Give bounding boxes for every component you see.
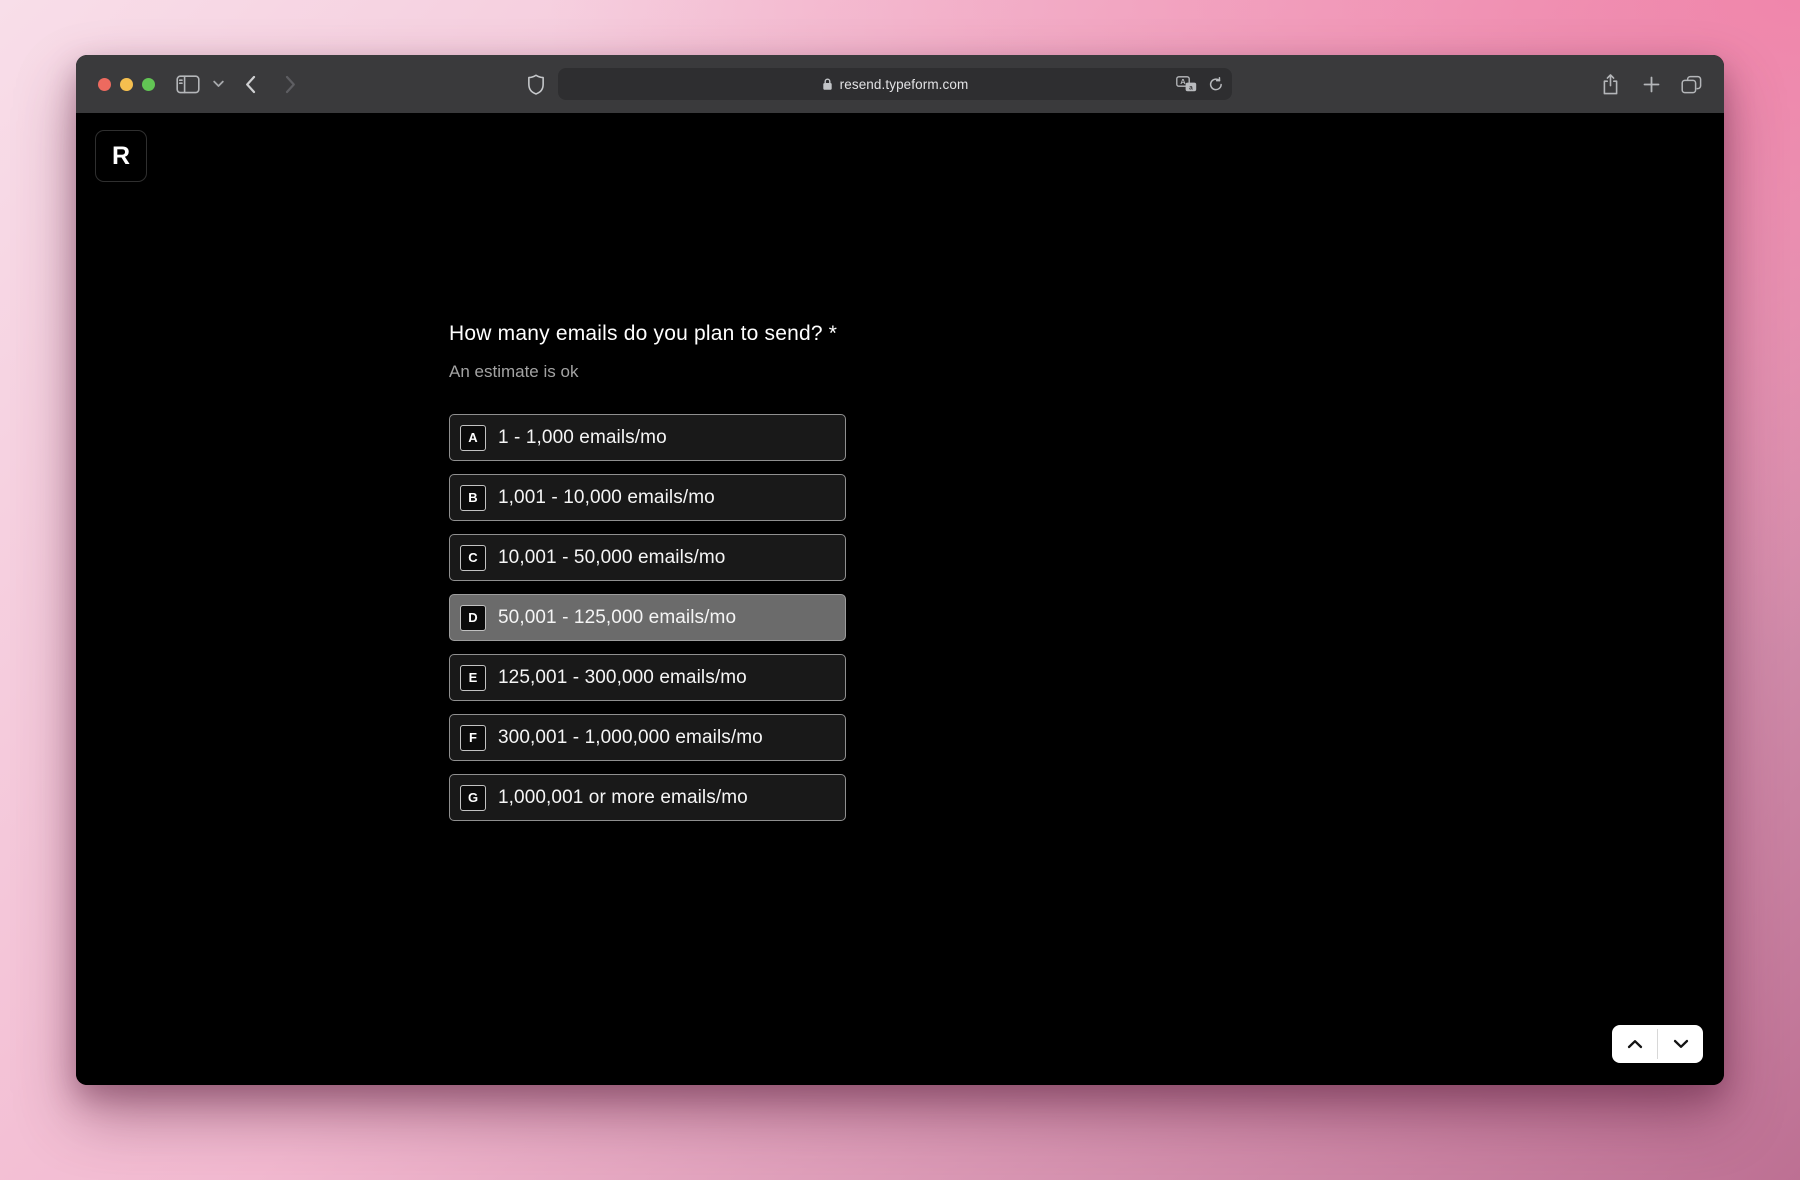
question-nav — [1612, 1025, 1703, 1063]
chevron-down-icon[interactable] — [209, 55, 227, 113]
previous-question-button[interactable] — [1612, 1025, 1657, 1063]
typeform-brand-logo: R — [95, 130, 147, 182]
browser-window: resend.typeform.com A a — [76, 55, 1724, 1085]
answer-option-g[interactable]: G 1,000,001 or more emails/mo — [449, 774, 846, 821]
page-content: R How many emails do you plan to send? *… — [76, 113, 1724, 1085]
window-controls — [98, 78, 155, 91]
sidebar-icon[interactable] — [174, 55, 202, 113]
key-hint-badge: D — [460, 605, 486, 631]
browser-toolbar: resend.typeform.com A a — [76, 55, 1724, 114]
answer-option-b[interactable]: B 1,001 - 10,000 emails/mo — [449, 474, 846, 521]
key-hint-badge: E — [460, 665, 486, 691]
option-label: 125,001 - 300,000 emails/mo — [498, 667, 747, 689]
answer-option-d[interactable]: D 50,001 - 125,000 emails/mo — [449, 594, 846, 641]
translate-icon[interactable]: A a — [1176, 76, 1197, 93]
chevron-down-icon — [1673, 1039, 1689, 1049]
question-title: How many emails do you plan to send? * — [449, 320, 1009, 348]
answer-option-c[interactable]: C 10,001 - 50,000 emails/mo — [449, 534, 846, 581]
key-hint-badge: A — [460, 425, 486, 451]
back-icon[interactable] — [238, 55, 262, 113]
next-question-button[interactable] — [1658, 1025, 1703, 1063]
key-hint-badge: B — [460, 485, 486, 511]
svg-text:A: A — [1180, 77, 1186, 86]
url-text: resend.typeform.com — [840, 77, 969, 92]
option-label: 300,001 - 1,000,000 emails/mo — [498, 727, 763, 749]
answer-option-a[interactable]: A 1 - 1,000 emails/mo — [449, 414, 846, 461]
forward-icon[interactable] — [278, 55, 302, 113]
answer-option-e[interactable]: E 125,001 - 300,000 emails/mo — [449, 654, 846, 701]
key-hint-badge: C — [460, 545, 486, 571]
zoom-window-button[interactable] — [142, 78, 155, 91]
address-bar[interactable]: resend.typeform.com A a — [558, 68, 1232, 100]
show-all-tabs-icon[interactable] — [1676, 55, 1706, 113]
close-window-button[interactable] — [98, 78, 111, 91]
answer-option-f[interactable]: F 300,001 - 1,000,000 emails/mo — [449, 714, 846, 761]
answer-options-list: A 1 - 1,000 emails/mo B 1,001 - 10,000 e… — [449, 414, 846, 834]
lock-icon — [822, 77, 833, 91]
option-label: 10,001 - 50,000 emails/mo — [498, 547, 725, 569]
new-tab-icon[interactable] — [1637, 55, 1665, 113]
chevron-up-icon — [1627, 1039, 1643, 1049]
desktop-background: resend.typeform.com A a — [0, 0, 1800, 1180]
shield-privacy-icon[interactable] — [522, 55, 550, 113]
reload-icon[interactable] — [1208, 76, 1223, 92]
minimize-window-button[interactable] — [120, 78, 133, 91]
option-label: 1,001 - 10,000 emails/mo — [498, 487, 715, 509]
option-label: 50,001 - 125,000 emails/mo — [498, 607, 736, 629]
option-label: 1,000,001 or more emails/mo — [498, 787, 748, 809]
key-hint-badge: F — [460, 725, 486, 751]
share-icon[interactable] — [1596, 55, 1624, 113]
key-hint-badge: G — [460, 785, 486, 811]
question-subtitle: An estimate is ok — [449, 360, 1009, 384]
svg-text:a: a — [1189, 84, 1193, 91]
option-label: 1 - 1,000 emails/mo — [498, 427, 667, 449]
